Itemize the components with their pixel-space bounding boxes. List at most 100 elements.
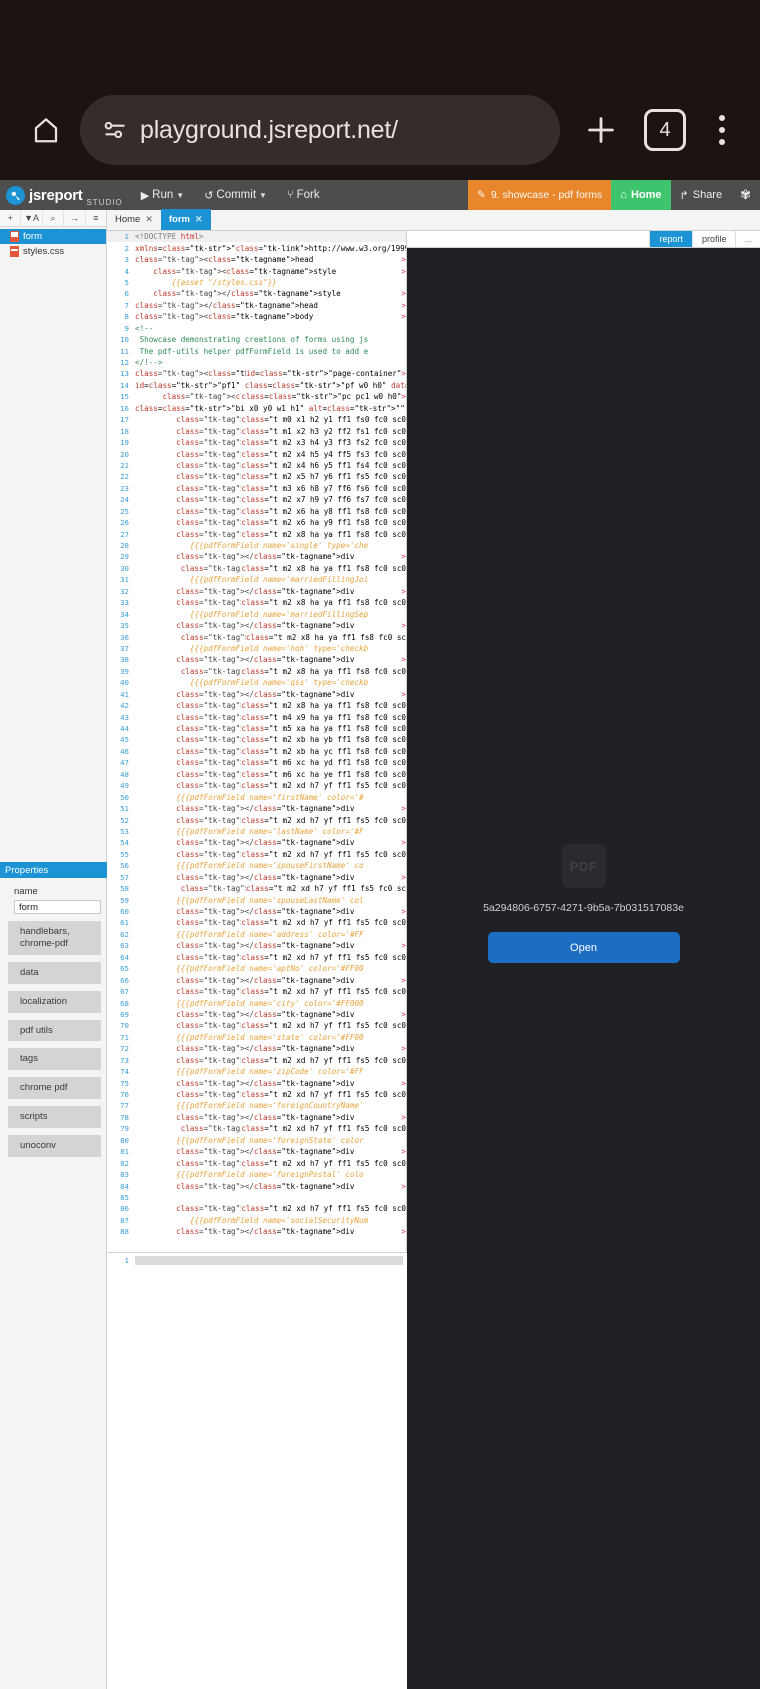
sidebar-item-form[interactable]: form	[0, 229, 106, 244]
code-line[interactable]: 17 class="tk-tag"><class="tk-tagname">di…	[107, 414, 406, 425]
code-line[interactable]: 15 class="tk-tag"><class="tk-tagname">di…	[107, 391, 406, 402]
code-line[interactable]: 72 class="tk-tag"></class="tk-tagname">d…	[107, 1043, 406, 1054]
code-line[interactable]: 29 class="tk-tag"></class="tk-tagname">d…	[107, 551, 406, 562]
code-line[interactable]: 6 class="tk-tag"></class="tk-tagname">st…	[107, 288, 406, 299]
code-line[interactable]: 32 class="tk-tag"></class="tk-tagname">d…	[107, 586, 406, 597]
code-line[interactable]: 46 class="tk-tag"><class="tk-tagname">di…	[107, 746, 406, 757]
code-line[interactable]: 18 class="tk-tag"><class="tk-tagname">di…	[107, 425, 406, 436]
prop-section-pdf-utils[interactable]: pdf utils	[8, 1019, 101, 1042]
prop-section-unoconv[interactable]: unoconv	[8, 1135, 101, 1157]
tab-report[interactable]: report	[649, 231, 692, 247]
code-line[interactable]: 3 class="tk-tag"><class="tk-tagname">head…	[107, 254, 406, 265]
code-line[interactable]: 86 class="tk-tag"><class="tk-tagname">di…	[107, 1203, 406, 1214]
code-line[interactable]: 78 class="tk-tag"></class="tk-tagname">d…	[107, 1112, 406, 1123]
search-button[interactable]: ⌕	[43, 210, 65, 226]
code-line[interactable]: 36 class="tk-tag"><class="tk-tagname">di…	[107, 631, 406, 642]
menu-button[interactable]: ≡	[86, 210, 106, 226]
code-line[interactable]: 52 class="tk-tag"><class="tk-tagname">di…	[107, 814, 406, 825]
kebab-menu-icon[interactable]	[702, 106, 742, 154]
page-info-icon[interactable]	[102, 117, 128, 143]
code-line[interactable]: 73 class="tk-tag"><class="tk-tagname">di…	[107, 1055, 406, 1066]
prop-section-chrome-pdf[interactable]: chrome pdf	[8, 1077, 101, 1100]
open-button[interactable]: Open	[487, 932, 680, 963]
code-line[interactable]: 67 class="tk-tag"><class="tk-tagname">di…	[107, 986, 406, 997]
code-line[interactable]: 85	[107, 1192, 406, 1203]
tab-more[interactable]: ...	[735, 231, 760, 247]
code-line[interactable]: 13 class="tk-tag"><class="tk-tagname">div…	[107, 368, 406, 379]
code-line[interactable]: 80 {{{pdfFormField name='foreignState' c…	[107, 1135, 406, 1146]
sidebar-item-styles-css[interactable]: styles.css	[0, 244, 106, 259]
code-line[interactable]: 64 class="tk-tag"><class="tk-tagname">di…	[107, 952, 406, 963]
code-line[interactable]: 70 class="tk-tag"><class="tk-tagname">di…	[107, 1020, 406, 1031]
current-entity-badge[interactable]: ✎ 9. showcase - pdf forms	[468, 180, 612, 210]
home-button[interactable]: ⌂ Home	[611, 180, 671, 210]
prop-section-scripts[interactable]: scripts	[8, 1106, 101, 1128]
code-line[interactable]: 61 class="tk-tag"><class="tk-tagname">di…	[107, 917, 406, 928]
code-line[interactable]: 25 class="tk-tag"><class="tk-tagname">di…	[107, 506, 406, 517]
code-line[interactable]: 14 class="tk-tag"><class="tk-tagname">di…	[107, 380, 406, 391]
code-line[interactable]: 74 {{{pdfFormField name='zipCode' color=…	[107, 1066, 406, 1077]
code-line[interactable]: 42 class="tk-tag"><class="tk-tagname">di…	[107, 700, 406, 711]
code-line[interactable]: 65 {{{pdfFormField name='aptNo' color='#…	[107, 963, 406, 974]
code-line[interactable]: 75 class="tk-tag"></class="tk-tagname">d…	[107, 1077, 406, 1088]
code-line[interactable]: 10 Showcase demonstrating creations of f…	[107, 334, 406, 345]
tab-profile[interactable]: profile	[691, 231, 736, 247]
code-line[interactable]: 71 {{{pdfFormField name='state' color='#…	[107, 1032, 406, 1043]
code-line[interactable]: 84 class="tk-tag"></class="tk-tagname">d…	[107, 1180, 406, 1191]
code-line[interactable]: 59 {{{pdfFormField name='spouseLastName'…	[107, 894, 406, 905]
code-line[interactable]: 69 class="tk-tag"></class="tk-tagname">d…	[107, 1009, 406, 1020]
fork-button[interactable]: ⑂ Fork	[277, 180, 330, 210]
close-icon[interactable]: ✕	[145, 214, 153, 225]
gear-icon[interactable]: ✾	[731, 180, 760, 210]
home-icon[interactable]	[18, 102, 74, 158]
prop-section-localization[interactable]: localization	[8, 990, 101, 1013]
code-line[interactable]: 62 {{{pdfFormField name='address' color=…	[107, 929, 406, 940]
code-line[interactable]: 50 {{{pdfFormField name='firstName' colo…	[107, 791, 406, 802]
code-line[interactable]: 82 class="tk-tag"><class="tk-tagname">di…	[107, 1157, 406, 1168]
share-button[interactable]: ↱ Share	[671, 180, 732, 210]
code-line[interactable]: 44 class="tk-tag"><class="tk-tagname">di…	[107, 723, 406, 734]
name-field[interactable]: form	[14, 900, 101, 914]
code-line[interactable]: 9 <!--	[107, 323, 406, 334]
tab-form[interactable]: form ✕	[160, 209, 211, 230]
tab-home[interactable]: Home ✕	[107, 209, 161, 230]
code-line[interactable]: 26 class="tk-tag"><class="tk-tagname">di…	[107, 517, 406, 528]
add-entity-button[interactable]: +	[0, 210, 22, 226]
code-line[interactable]: 48 class="tk-tag"><class="tk-tagname">di…	[107, 769, 406, 780]
code-line[interactable]: 20 class="tk-tag"><class="tk-tagname">di…	[107, 448, 406, 459]
code-line[interactable]: 40 {{{pdfFormField name='qss' type='chec…	[107, 677, 406, 688]
commit-button[interactable]: ↺ Commit ▼	[194, 180, 277, 210]
code-line[interactable]: 76 class="tk-tag"><class="tk-tagname">di…	[107, 1089, 406, 1100]
code-line[interactable]: 79 class="tk-tag"><class="tk-tagname">di…	[107, 1123, 406, 1134]
code-line[interactable]: 55 class="tk-tag"><class="tk-tagname">di…	[107, 849, 406, 860]
code-line[interactable]: 87 {{{pdfFormField name='socialSecurityN…	[107, 1215, 406, 1226]
code-line[interactable]: 22 class="tk-tag"><class="tk-tagname">di…	[107, 471, 406, 482]
code-line[interactable]: 54 class="tk-tag"></class="tk-tagname">d…	[107, 837, 406, 848]
code-line[interactable]: 4 class="tk-tag"><class="tk-tagname">sty…	[107, 265, 406, 276]
code-line[interactable]: 31 {{{pdfFormField name='marriedFillingJ…	[107, 574, 406, 585]
code-line[interactable]: 60 class="tk-tag"></class="tk-tagname">d…	[107, 906, 406, 917]
code-line[interactable]: 8 class="tk-tag"><class="tk-tagname">body…	[107, 311, 406, 322]
code-editor[interactable]: 1<!DOCTYPE html>2class="tk-tag"><class="…	[107, 231, 407, 1252]
code-line[interactable]: 45 class="tk-tag"><class="tk-tagname">di…	[107, 734, 406, 745]
code-line[interactable]: 19 class="tk-tag"><class="tk-tagname">di…	[107, 437, 406, 448]
code-line[interactable]: 27 class="tk-tag"><class="tk-tagname">di…	[107, 528, 406, 539]
code-line[interactable]: 83 {{{pdfFormField name='foreignPostal' …	[107, 1169, 406, 1180]
code-line[interactable]: 7 class="tk-tag"></class="tk-tagname">hea…	[107, 300, 406, 311]
code-line[interactable]: 41 class="tk-tag"></class="tk-tagname">d…	[107, 689, 406, 700]
prop-section-data[interactable]: data	[8, 961, 101, 984]
code-line[interactable]: 39 class="tk-tag"><class="tk-tagname">di…	[107, 666, 406, 677]
code-line[interactable]: 81 class="tk-tag"></class="tk-tagname">d…	[107, 1146, 406, 1157]
code-line[interactable]: 77 {{{pdfFormField name='foreignCountryN…	[107, 1100, 406, 1111]
code-line[interactable]: 30 class="tk-tag"><class="tk-tagname">di…	[107, 563, 406, 574]
code-line[interactable]: 88 class="tk-tag"></class="tk-tagname">d…	[107, 1226, 406, 1237]
code-line[interactable]: 5 {{asset "/styles.css"}}	[107, 277, 406, 288]
filter-button[interactable]: ▼A	[21, 210, 43, 226]
code-line[interactable]: 21 class="tk-tag"><class="tk-tagname">di…	[107, 460, 406, 471]
code-line[interactable]: 24 class="tk-tag"><class="tk-tagname">di…	[107, 494, 406, 505]
prop-section-engine-recipe[interactable]: handlebars, chrome-pdf	[8, 921, 101, 955]
tab-count-button[interactable]: 4	[644, 109, 686, 151]
code-line[interactable]: 43 class="tk-tag"><class="tk-tagname">di…	[107, 711, 406, 722]
code-line[interactable]: 57 class="tk-tag"></class="tk-tagname">d…	[107, 872, 406, 883]
code-line[interactable]: 37 {{{pdfFormField name='hoh' type='chec…	[107, 643, 406, 654]
